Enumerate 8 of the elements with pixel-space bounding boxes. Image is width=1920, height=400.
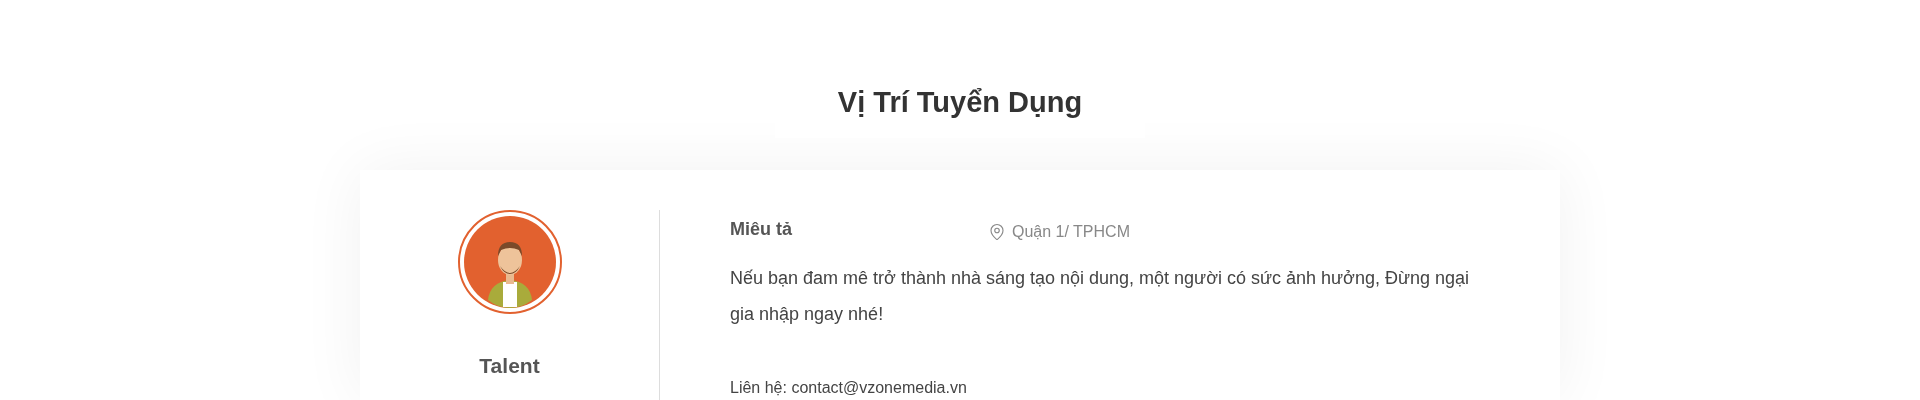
avatar-icon: [457, 210, 562, 314]
job-title: Talent: [479, 353, 540, 379]
section-heading: Vị Trí Tuyển Dụng: [837, 85, 1083, 121]
location-text: Quận 1/ TPHCM: [1012, 222, 1130, 242]
contact-text: Liên hệ: contact@vzonemedia.vn: [730, 378, 968, 398]
description-label: Miêu tả: [730, 218, 793, 241]
location-icon: [988, 223, 1006, 241]
job-description: Nếu bạn đam mê trở thành nhà sáng tạo nội dung, một người có sức ảnh hưởng, Đừng ngại gia nhập ngay nhé!: [730, 267, 1471, 326]
